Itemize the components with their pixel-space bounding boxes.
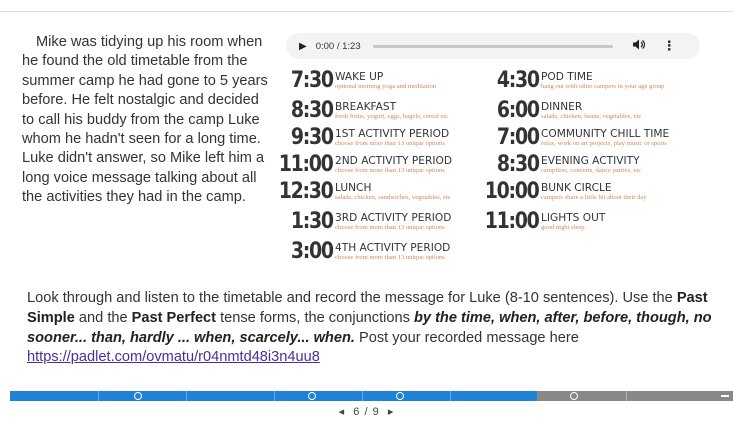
- top-divider: [0, 11, 733, 12]
- timetable-time: 10:00: [485, 179, 540, 204]
- timetable-entry: 8:30 BREAKFAST fresh fruits, yogurt, eggs,…: [291, 98, 449, 123]
- timetable-note: choose from more than 13 unique options: [335, 167, 445, 174]
- progress-separator: [98, 391, 99, 401]
- timetable-note: campfires, concerts, dance parties, etc: [541, 167, 642, 174]
- past-perfect-term: Past Perfect: [131, 309, 217, 326]
- timetable-activity: 2ND ACTIVITY PERIOD: [335, 155, 452, 167]
- timetable-activity: COMMUNITY CHILL TIME: [541, 128, 670, 140]
- timetable-activity: LIGHTS OUT: [541, 212, 606, 224]
- instructions-and: and the: [74, 309, 132, 326]
- timetable-time: 12:30: [279, 179, 334, 204]
- timetable-note: optional morning yoga and meditation: [335, 83, 437, 90]
- play-icon[interactable]: ▶: [299, 41, 307, 52]
- progress-marker[interactable]: [134, 392, 142, 400]
- audio-seek-bar[interactable]: [372, 44, 613, 48]
- timetable-note: good night sleep: [541, 224, 585, 231]
- timetable-entry: 1:30 3RD ACTIVITY PERIOD choose from more …: [291, 209, 452, 234]
- timetable-entry: 11:00 LIGHTS OUT good night sleep: [485, 209, 606, 234]
- timetable-entry: 4:30 POD TIME hang out with other campers …: [497, 68, 665, 93]
- timetable-activity: BREAKFAST: [335, 101, 397, 113]
- timetable-entry: 3:00 4TH ACTIVITY PERIOD choose from more …: [291, 239, 451, 264]
- timetable-time: 11:00: [279, 152, 334, 177]
- timetable-time: 6:00: [497, 98, 540, 123]
- instructions: Look through and listen to the timetable…: [27, 289, 733, 368]
- timetable-activity: WAKE UP: [335, 71, 384, 83]
- progress-marker[interactable]: [308, 392, 316, 400]
- timetable-entry: 11:00 2ND ACTIVITY PERIOD choose from more…: [279, 152, 452, 177]
- instructions-text-2: tense forms, the conjunctions: [216, 309, 414, 326]
- more-vertical-icon[interactable]: ⋮: [663, 38, 676, 54]
- timetable-activity: BUNK CIRCLE: [541, 182, 612, 194]
- timetable-activity: 3RD ACTIVITY PERIOD: [335, 212, 452, 224]
- progress-separator: [626, 391, 627, 401]
- progress-separator: [450, 391, 451, 401]
- timetable-activity: EVENING ACTIVITY: [541, 155, 640, 167]
- timetable-time: 3:00: [291, 239, 334, 264]
- timetable-activity: LUNCH: [335, 182, 372, 194]
- timetable-note: salads, chicken, beans, vegetables, etc: [541, 113, 642, 120]
- timetable-note: choose from more than 13 unique options: [335, 140, 445, 147]
- timetable-note: choose from more than 13 unique options: [335, 254, 445, 261]
- progress-separator: [274, 391, 275, 401]
- story-paragraph: Mike was tidying up his room when he fou…: [22, 34, 268, 206]
- progress-separator: [186, 391, 187, 401]
- timetable-note: hang out with other campers in your age …: [541, 83, 665, 90]
- next-slide-button[interactable]: ▸: [388, 406, 395, 418]
- timetable-time: 7:30: [291, 68, 334, 93]
- slide-pager: ◂ 6 / 9 ▸: [0, 405, 733, 418]
- slide-progress-bar[interactable]: [10, 391, 733, 401]
- timetable-note: relax, work on art projects, play music …: [541, 140, 667, 147]
- progress-end-marker: [721, 395, 729, 397]
- timetable-activity: 4TH ACTIVITY PERIOD: [335, 242, 451, 254]
- timetable-time: 9:30: [291, 125, 334, 150]
- audio-player[interactable]: ▶ 0:00 / 1:23 ⋮: [286, 33, 700, 59]
- timetable-time: 1:30: [291, 209, 334, 234]
- timetable-time: 7:00: [497, 125, 540, 150]
- padlet-link[interactable]: https://padlet.com/ovmatu/r04nmtd48i3n4u…: [27, 349, 320, 365]
- timetable-entry: 12:30 LUNCH salads, chicken, sandwiches, v…: [279, 179, 451, 204]
- timetable-note: salads, chicken, sandwiches, vegetables,…: [335, 194, 451, 201]
- progress-marker[interactable]: [396, 392, 404, 400]
- page-indicator: 6 / 9: [353, 406, 380, 418]
- instructions-text-1: Look through and listen to the timetable…: [27, 290, 677, 306]
- timetable-time: 8:30: [497, 152, 540, 177]
- audio-time: 0:00 / 1:23: [315, 40, 361, 52]
- timetable-entry: 7:30 WAKE UP optional morning yoga and med…: [291, 68, 437, 93]
- timetable-note: fresh fruits, yogurt, eggs, bagels, cere…: [335, 113, 449, 120]
- timetable-time: 8:30: [291, 98, 334, 123]
- timetable-activity: DINNER: [541, 101, 583, 113]
- timetable-activity: 1ST ACTIVITY PERIOD: [335, 128, 450, 140]
- timetable-activity: POD TIME: [541, 71, 593, 83]
- timetable-entry: 7:00 COMMUNITY CHILL TIME relax, work on a…: [497, 125, 670, 150]
- timetable-note: choose from more than 13 unique options: [335, 224, 445, 231]
- volume-icon[interactable]: [632, 39, 645, 53]
- timetable-time: 4:30: [497, 68, 540, 93]
- timetable-entry: 9:30 1ST ACTIVITY PERIOD choose from more …: [291, 125, 450, 150]
- timetable-entry: 10:00 BUNK CIRCLE campers share a little b…: [485, 179, 647, 204]
- progress-marker[interactable]: [570, 392, 578, 400]
- timetable-note: campers share a little bit about their d…: [541, 194, 647, 201]
- progress-separator: [362, 391, 363, 401]
- timetable-entry: 8:30 EVENING ACTIVITY campfires, concerts,…: [497, 152, 642, 177]
- previous-slide-button[interactable]: ◂: [339, 406, 346, 418]
- timetable-entry: 6:00 DINNER salads, chicken, beans, vegeta…: [497, 98, 642, 123]
- timetable-time: 11:00: [485, 209, 540, 234]
- instructions-text-3: Post your recorded message here: [354, 329, 579, 346]
